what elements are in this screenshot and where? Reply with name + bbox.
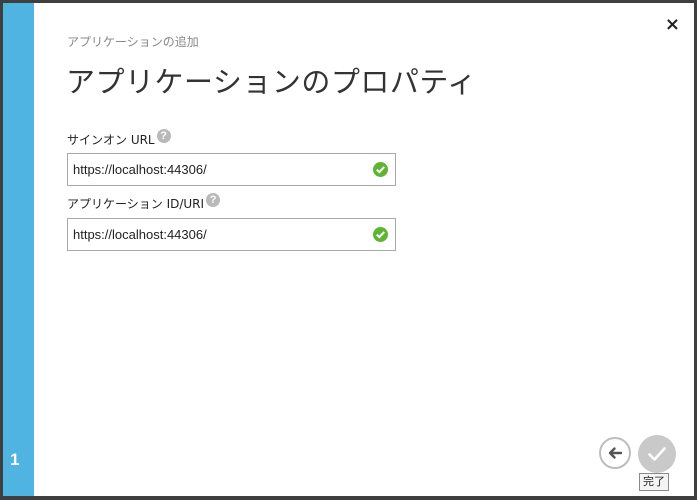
step-indicator-bar: 1 (3, 3, 34, 496)
step-number: 1 (10, 450, 20, 469)
app-id-uri-input[interactable] (73, 219, 363, 250)
signon-url-input[interactable] (73, 154, 363, 185)
help-icon[interactable]: ? (206, 192, 221, 207)
app-id-uri-field[interactable] (67, 218, 396, 251)
checkmark-icon (648, 447, 666, 461)
back-button[interactable] (599, 437, 631, 469)
help-icon[interactable]: ? (156, 128, 171, 143)
app-id-uri-label: アプリケーション ID/URI (67, 197, 205, 211)
close-icon[interactable]: × (665, 16, 680, 34)
done-tooltip: 完了 (639, 473, 669, 491)
dialog: 1 × アプリケーションの追加 アプリケーションのプロパティ サインオン URL… (3, 3, 694, 496)
signon-url-label: サインオン URL (67, 133, 155, 147)
dialog-subtitle: アプリケーションの追加 (67, 35, 199, 49)
check-circle-icon (373, 162, 388, 177)
app-id-uri-label-row: アプリケーション ID/URI ? (67, 192, 221, 212)
done-button[interactable] (638, 435, 676, 473)
check-circle-icon (373, 227, 388, 242)
arrow-left-icon (608, 447, 623, 459)
signon-url-field[interactable] (67, 153, 396, 186)
page-title: アプリケーションのプロパティ (66, 65, 477, 99)
signon-url-label-row: サインオン URL ? (67, 128, 171, 148)
